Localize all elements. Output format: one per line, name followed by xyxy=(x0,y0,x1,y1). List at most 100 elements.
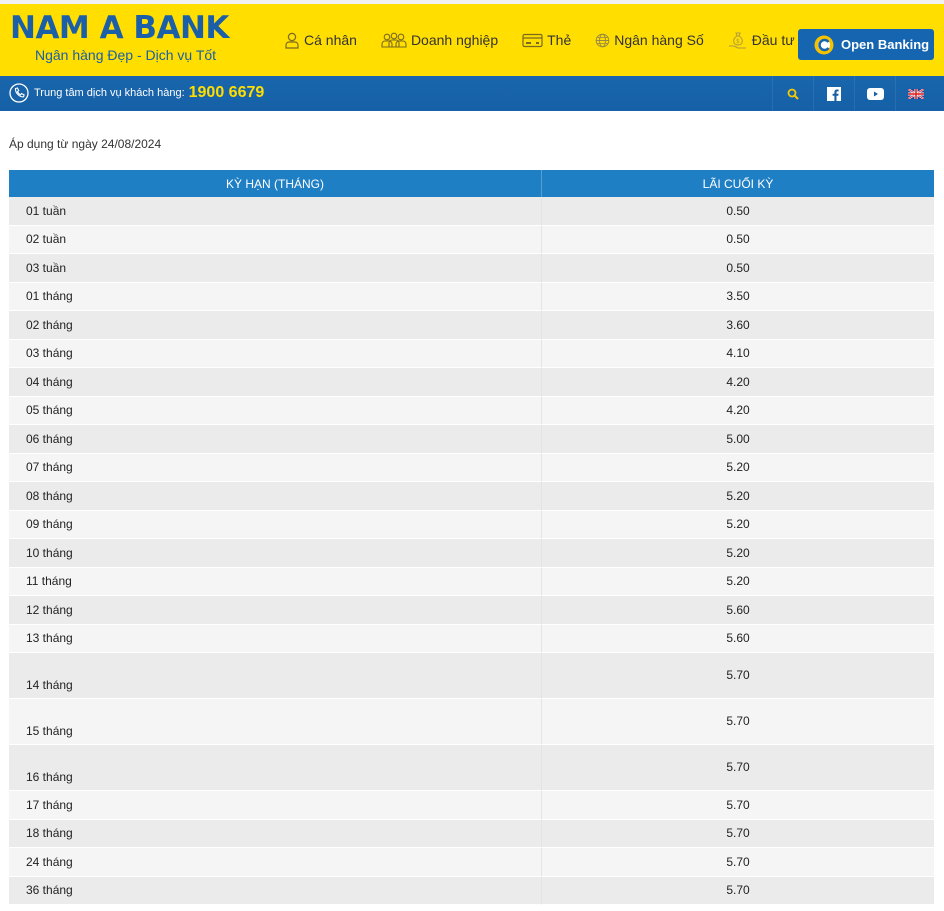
open-banking-logo-icon xyxy=(814,35,834,54)
term-cell: 04 tháng xyxy=(9,368,542,397)
utility-icons xyxy=(772,76,936,111)
rate-cell: 3.50 xyxy=(542,282,934,311)
table-row: 01 tuần 0.50 xyxy=(9,197,934,226)
nav-item-business[interactable]: Doanh nghiệp xyxy=(381,32,498,49)
term-cell: 11 tháng xyxy=(9,567,542,596)
nav-item-investment[interactable]: $ Đầu tư xyxy=(728,30,795,50)
term-cell: 05 tháng xyxy=(9,396,542,425)
nav-label: Doanh nghiệp xyxy=(410,32,499,48)
effective-date-note: Áp dụng từ ngày 24/08/2024 xyxy=(9,137,162,151)
table-row: 01 tháng 3.50 xyxy=(9,282,934,311)
rate-cell: 5.20 xyxy=(542,453,934,482)
term-cell: 16 tháng xyxy=(9,745,542,791)
table-row: 03 tuần 0.50 xyxy=(9,254,934,283)
term-cell: 07 tháng xyxy=(9,453,542,482)
table-row: 02 tuần 0.50 xyxy=(9,225,934,254)
column-header-rate: LÃI CUỐI KỲ xyxy=(542,170,934,197)
rate-cell: 5.70 xyxy=(542,745,934,791)
term-cell: 13 tháng xyxy=(9,624,542,653)
nav-label: Ngân hàng Số xyxy=(614,32,704,48)
term-cell: 03 tuần xyxy=(9,254,542,283)
svg-text:$: $ xyxy=(736,38,740,45)
column-header-term: KỲ HẠN (THÁNG) xyxy=(9,170,542,197)
money-bag-icon: $ xyxy=(728,32,746,49)
search-icon xyxy=(787,88,799,100)
site-header: NAM A BANK Ngân hàng Đẹp - Dịch vụ Tốt C… xyxy=(0,4,944,76)
nav-item-personal[interactable]: Cá nhân xyxy=(284,32,357,49)
logo-slogan: Ngân hàng Đẹp - Dịch vụ Tốt xyxy=(35,47,217,63)
group-icon xyxy=(381,32,407,48)
rate-cell: 0.50 xyxy=(542,225,934,254)
language-switch[interactable] xyxy=(895,76,936,111)
term-cell: 18 tháng xyxy=(9,819,542,848)
rate-cell: 0.50 xyxy=(542,254,934,283)
term-cell: 03 tháng xyxy=(9,339,542,368)
term-cell: 17 tháng xyxy=(9,791,542,820)
table-row: 18 tháng 5.70 xyxy=(9,819,934,848)
rate-cell: 5.70 xyxy=(542,791,934,820)
search-button[interactable] xyxy=(772,76,813,111)
user-icon xyxy=(285,32,299,49)
facebook-link[interactable] xyxy=(813,76,854,111)
term-cell: 36 tháng xyxy=(9,876,542,905)
rate-cell: 3.60 xyxy=(542,311,934,340)
table-row: 09 tháng 5.20 xyxy=(9,510,934,539)
term-cell: 14 tháng xyxy=(9,653,542,699)
open-banking-label: Open Banking xyxy=(841,37,930,52)
rate-cell: 5.20 xyxy=(542,567,934,596)
nav-item-digital-banking[interactable]: Ngân hàng Số xyxy=(595,32,704,48)
term-cell: 01 tháng xyxy=(9,282,542,311)
table-row: 24 tháng 5.70 xyxy=(9,848,934,877)
nav-label: Đầu tư xyxy=(751,32,795,48)
nav-label: Cá nhân xyxy=(304,32,357,48)
rate-cell: 4.10 xyxy=(542,339,934,368)
youtube-icon xyxy=(866,87,884,100)
term-cell: 09 tháng xyxy=(9,510,542,539)
rate-cell: 5.70 xyxy=(542,699,934,745)
table-row: 06 tháng 5.00 xyxy=(9,425,934,454)
youtube-link[interactable] xyxy=(854,76,895,111)
table-row: 17 tháng 5.70 xyxy=(9,791,934,820)
term-cell: 10 tháng xyxy=(9,539,542,568)
rate-cell: 5.70 xyxy=(542,653,934,699)
term-cell: 06 tháng xyxy=(9,425,542,454)
rate-cell: 5.70 xyxy=(542,848,934,877)
rate-cell: 5.70 xyxy=(542,876,934,905)
nav-item-card[interactable]: Thẻ xyxy=(522,32,571,48)
term-cell: 15 tháng xyxy=(9,699,542,745)
phone-icon xyxy=(9,83,29,103)
logo-name: NAM A BANK xyxy=(10,10,229,46)
rate-cell: 4.20 xyxy=(542,368,934,397)
rate-cell: 5.70 xyxy=(542,819,934,848)
term-cell: 12 tháng xyxy=(9,596,542,625)
facebook-icon xyxy=(827,86,841,101)
utility-bar: Trung tâm dịch vụ khách hàng: 1900 6679 xyxy=(0,76,944,111)
table-header-row: KỲ HẠN (THÁNG) LÃI CUỐI KỲ xyxy=(9,170,934,197)
table-row: 05 tháng 4.20 xyxy=(9,396,934,425)
main-nav: Cá nhân Doanh nghiệp Thẻ Ngân hàng Số $ … xyxy=(284,30,819,50)
logo[interactable]: NAM A BANK Ngân hàng Đẹp - Dịch vụ Tốt xyxy=(10,10,255,64)
table-row: 03 tháng 4.10 xyxy=(9,339,934,368)
hotline-number[interactable]: 1900 6679 xyxy=(189,84,265,102)
term-cell: 08 tháng xyxy=(9,482,542,511)
term-cell: 02 tháng xyxy=(9,311,542,340)
rate-cell: 5.60 xyxy=(542,624,934,653)
open-banking-button[interactable]: Open Banking xyxy=(798,29,934,60)
table-row: 14 tháng 5.70 xyxy=(9,653,934,699)
main-content: Áp dụng từ ngày 24/08/2024 KỲ HẠN (THÁNG… xyxy=(0,137,944,905)
rate-cell: 5.00 xyxy=(542,425,934,454)
term-cell: 02 tuần xyxy=(9,225,542,254)
rate-cell: 5.20 xyxy=(542,539,934,568)
hotline[interactable]: Trung tâm dịch vụ khách hàng: 1900 6679 xyxy=(9,83,264,103)
term-cell: 24 tháng xyxy=(9,848,542,877)
table-row: 10 tháng 5.20 xyxy=(9,539,934,568)
table-row: 36 tháng 5.70 xyxy=(9,876,934,905)
table-row: 02 tháng 3.60 xyxy=(9,311,934,340)
table-row: 16 tháng 5.70 xyxy=(9,745,934,791)
globe-icon xyxy=(595,33,610,47)
table-row: 11 tháng 5.20 xyxy=(9,567,934,596)
hotline-label: Trung tâm dịch vụ khách hàng: xyxy=(34,87,185,99)
table-row: 15 tháng 5.70 xyxy=(9,699,934,745)
table-body: 01 tuần 0.50 02 tuần 0.50 03 tuần 0.50 01 thán… xyxy=(9,197,934,905)
card-icon xyxy=(522,33,543,47)
